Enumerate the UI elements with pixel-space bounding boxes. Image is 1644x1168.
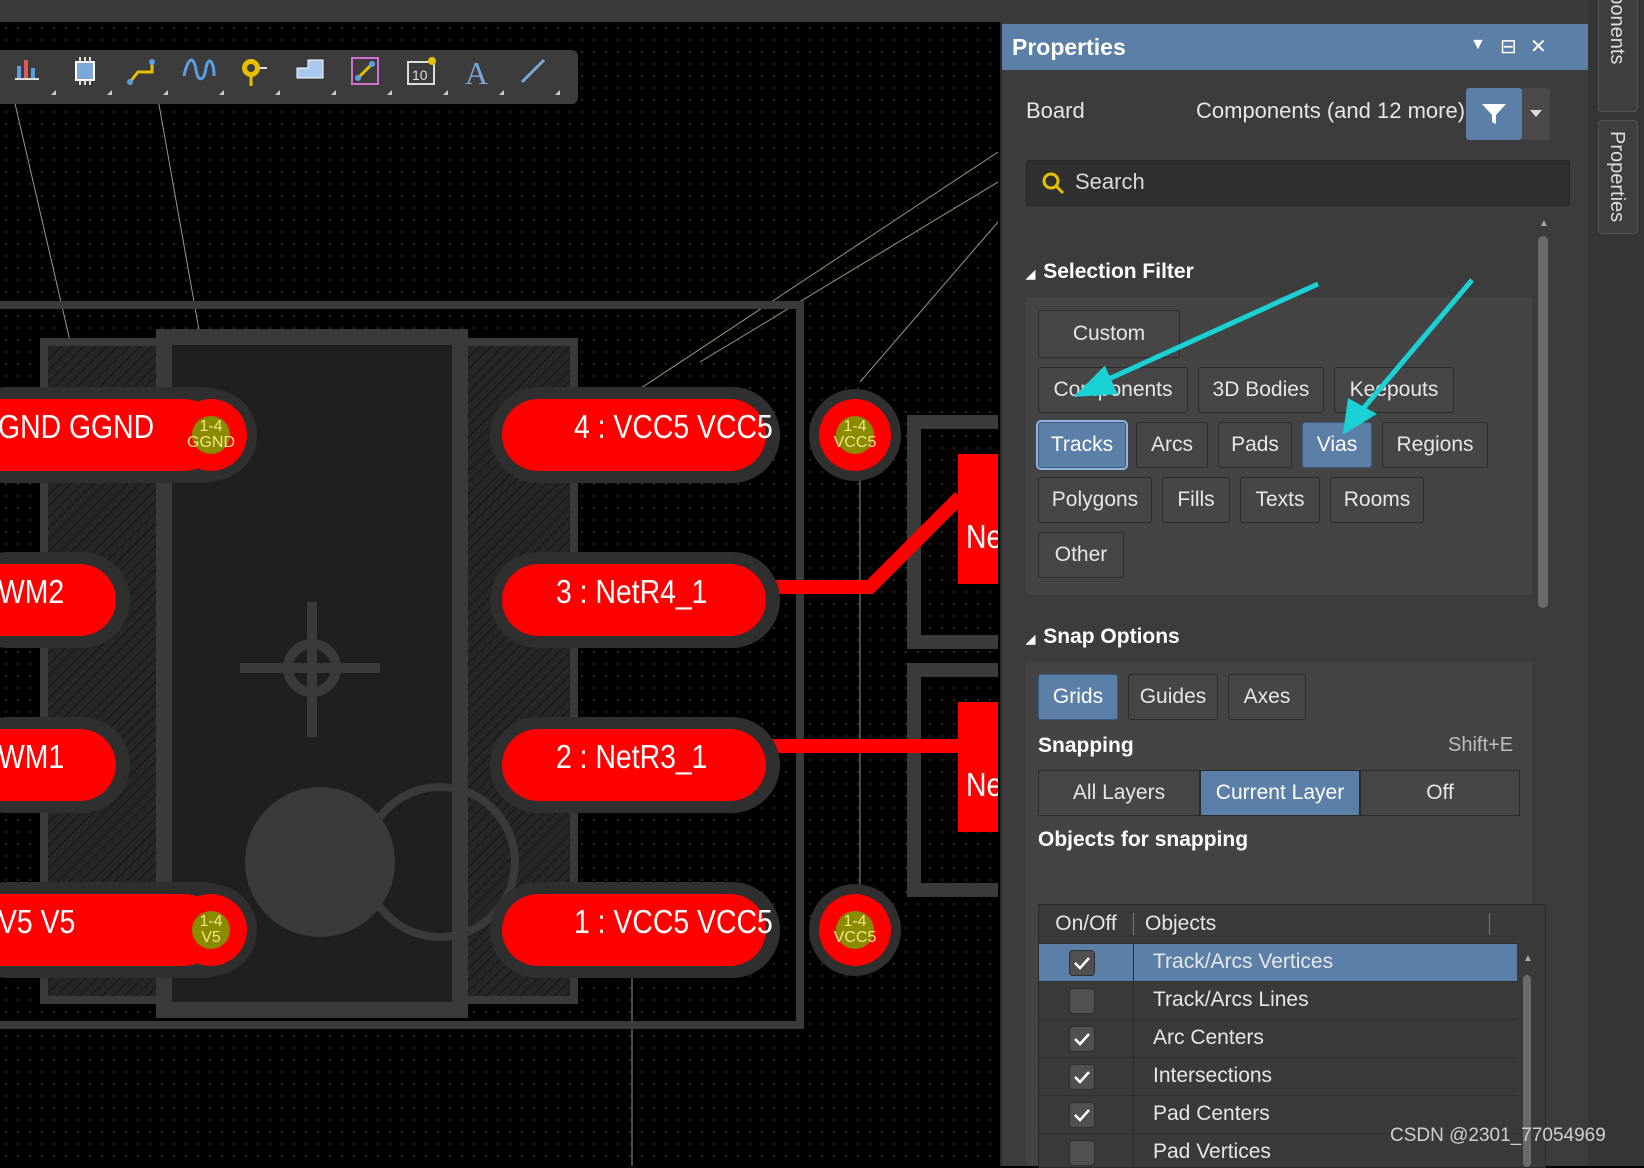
chevron-down-icon [1530,110,1542,117]
via-icon[interactable] [238,56,282,98]
snapping-current-layer[interactable]: Current Layer [1200,770,1360,816]
filter-pads-button[interactable]: Pads [1218,422,1292,468]
filter-other-button[interactable]: Other [1038,532,1124,578]
pad-label-wm1: WM1 [0,738,65,775]
objects-for-snapping-label: Objects for snapping [1038,828,1249,851]
pad-label-wm2: WM2 [0,573,65,610]
snap-guides-button[interactable]: Guides [1128,674,1218,720]
filter-texts-button[interactable]: Texts [1240,477,1320,523]
scroll-up-icon[interactable]: ▲ [1539,218,1549,229]
table-row[interactable]: Track/Arcs Vertices [1039,943,1517,982]
board-value: Components (and 12 more) [1196,98,1466,123]
pad-label-1: 1 : VCC5 VCC5 [574,903,773,940]
row-label: Pad Vertices [1153,1140,1271,1163]
tab-properties[interactable]: Properties [1598,120,1638,234]
via-label-ggnd: 1-4 GGND [187,418,235,451]
filter-3d-bodies-button[interactable]: 3D Bodies [1198,367,1324,413]
watermark: CSDN @2301_77054969 [1390,1125,1606,1146]
column-header-onoff[interactable]: On/Off [1039,905,1133,943]
pad-label-2: 2 : NetR3_1 [556,738,708,775]
checkbox-checked[interactable] [1069,1064,1095,1090]
snapping-off[interactable]: Off [1360,770,1520,816]
custom-button[interactable]: Custom [1038,310,1180,358]
collapse-triangle-icon: ◢ [1026,267,1036,281]
search-icon [1042,172,1065,195]
row-label: Pad Centers [1153,1102,1270,1125]
pad-label-ne-top: Ne [966,518,998,555]
polygon-fill-icon[interactable] [294,56,338,98]
dimension-icon[interactable] [350,56,394,98]
search-placeholder: Search [1075,169,1145,194]
line-icon[interactable] [518,56,562,98]
row-label: Intersections [1153,1064,1273,1087]
top-strip [0,0,1644,22]
pad-label-v5: V5 V5 [0,903,76,940]
search-input[interactable]: Search [1026,160,1570,206]
pin1-marker [245,787,395,937]
pad-label-4: 4 : VCC5 VCC5 [574,408,773,445]
checkbox-checked[interactable] [1069,1102,1095,1128]
snap-options-title[interactable]: ◢ Snap Options [1026,625,1180,649]
via-label-vcc5-bottom: 1-4 VCC5 [833,913,877,946]
properties-panel: Properties ▼ ⊟ ✕ Board Components (and 1… [1000,22,1590,1168]
table-row[interactable]: Arc Centers [1039,1019,1517,1058]
filter-polygons-button[interactable]: Polygons [1038,477,1152,523]
snapping-all-layers[interactable]: All Layers [1038,770,1200,816]
filter-icon [1482,104,1506,124]
checkbox-unchecked[interactable] [1069,988,1095,1014]
filter-rooms-button[interactable]: Rooms [1330,477,1424,523]
array-paste-icon[interactable]: 10 [406,56,450,98]
board-label: Board [1026,98,1085,123]
panel-scrollbar[interactable] [1538,236,1548,608]
interactive-route-icon[interactable] [182,56,226,98]
row-label: Track/Arcs Lines [1153,988,1309,1011]
selection-filter-title[interactable]: ◢ Selection Filter [1026,260,1194,284]
filter-tracks-button[interactable]: Tracks [1038,422,1126,468]
snap-axes-button[interactable]: Axes [1228,674,1306,720]
route-icon[interactable] [126,56,170,98]
pcb-graphics [0,81,998,1166]
chip-icon[interactable] [70,56,114,98]
collapse-triangle-icon: ◢ [1026,632,1036,646]
active-bar-toolbar: 10 A [0,50,578,104]
svg-text:10: 10 [412,67,428,83]
filter-keepouts-button[interactable]: Keepouts [1334,367,1454,413]
snapping-label: Snapping [1038,734,1134,757]
table-row[interactable]: Track/Arcs Lines [1039,981,1517,1020]
table-row[interactable]: Intersections [1039,1057,1517,1096]
close-icon[interactable]: ✕ [1530,34,1547,59]
snapping-shortcut: Shift+E [1448,734,1514,756]
filter-vias-button[interactable]: Vias [1302,422,1372,468]
row-label: Arc Centers [1153,1026,1264,1049]
filter-arcs-button[interactable]: Arcs [1136,422,1208,468]
dropdown-icon[interactable]: ▼ [1470,36,1486,54]
pin-icon[interactable]: ⊟ [1500,34,1517,59]
column-header-objects[interactable]: Objects [1145,905,1216,943]
pcb-canvas[interactable]: GND GGND 4 : VCC5 VCC5 WM2 3 : NetR4_1 W… [0,22,998,1166]
table-scroll-up-icon[interactable]: ▲ [1523,953,1533,964]
filter-fills-button[interactable]: Fills [1162,477,1230,523]
via-label-vcc5-top: 1-4 VCC5 [833,418,877,451]
text-icon[interactable]: A [462,56,506,98]
side-tab-strip: Components Properties [1588,0,1644,1166]
chart-icon[interactable] [14,56,58,98]
pad-label-ggnd: GND GGND [0,408,155,445]
checkbox-checked[interactable] [1069,1026,1095,1052]
via-label-v5: 1-4 V5 [199,913,223,946]
checkbox-checked[interactable] [1069,950,1095,976]
filter-components-button[interactable]: Components [1038,367,1188,413]
svg-text:A: A [465,56,488,88]
filter-button[interactable] [1466,88,1522,140]
pad-label-3: 3 : NetR4_1 [556,573,708,610]
filter-dropdown-button[interactable] [1522,88,1550,140]
panel-title: Properties [1012,34,1126,60]
row-label: Track/Arcs Vertices [1153,950,1334,973]
checkbox-unchecked[interactable] [1069,1140,1095,1166]
snap-grids-button[interactable]: Grids [1038,674,1118,720]
tab-components[interactable]: Components [1598,0,1638,112]
filter-regions-button[interactable]: Regions [1382,422,1488,468]
pad-label-ne-bottom: Ne [966,766,998,803]
panel-header: Properties ▼ ⊟ ✕ [1002,24,1590,70]
